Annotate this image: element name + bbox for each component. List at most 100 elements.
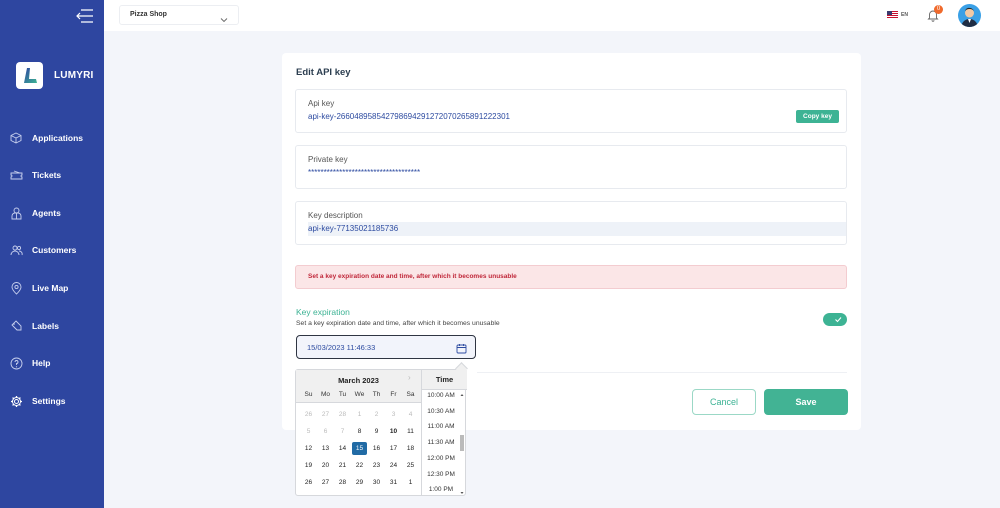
calendar-day[interactable]: 19	[301, 459, 316, 472]
sidebar-item-tickets[interactable]: Tickets	[0, 160, 104, 190]
brand-name: LUMYRI	[54, 70, 94, 81]
save-button[interactable]: Save	[764, 389, 848, 415]
calendar-day: 5	[306, 428, 311, 435]
logo	[16, 62, 43, 89]
key-description-label: Key description	[308, 211, 363, 220]
calendar-day[interactable]: 28	[335, 476, 350, 489]
time-header: Time	[422, 370, 467, 390]
sidebar-item-settings[interactable]: Settings	[0, 386, 104, 416]
calendar-day[interactable]: 1	[403, 476, 418, 489]
calendar-day: 7	[340, 428, 345, 435]
calendar-day[interactable]: 11	[403, 425, 418, 438]
page-title: Edit API key	[296, 67, 351, 78]
sidebar-item-help[interactable]: Help	[0, 348, 104, 378]
key-expiration-title: Key expiration	[296, 307, 350, 317]
calendar-day: 2	[374, 411, 379, 418]
user-avatar[interactable]	[958, 4, 981, 27]
cancel-button[interactable]: Cancel	[692, 389, 756, 415]
calendar-day[interactable]: 16	[369, 442, 384, 455]
sidebar-item-label: Labels	[32, 321, 59, 331]
expiration-datetime-input[interactable]: 15/03/2023 11:46:33	[296, 335, 476, 359]
time-option[interactable]: 11:00 AM	[422, 423, 460, 430]
calendar-day[interactable]: 30	[369, 476, 384, 489]
language-selector[interactable]: EN	[887, 11, 908, 18]
sidebar-item-label: Customers	[32, 245, 77, 255]
location-pin-icon	[9, 281, 23, 295]
key-expiration-subtitle: Set a key expiration date and time, afte…	[296, 320, 500, 327]
calendar-day[interactable]: 22	[352, 459, 367, 472]
api-key-value: api-key-26604895854279869429127207026589…	[308, 112, 510, 121]
sidebar-item-live-map[interactable]: Live Map	[0, 273, 104, 303]
us-flag-icon	[887, 11, 898, 18]
calendar-day[interactable]: 24	[386, 459, 401, 472]
weekday-header: Sa	[406, 391, 415, 398]
calendar-day: 26	[304, 411, 313, 418]
alert-text: Set a key expiration date and time, afte…	[308, 273, 517, 280]
calendar-day: 3	[391, 411, 396, 418]
calendar-day[interactable]: 17	[386, 442, 401, 455]
agent-icon	[9, 206, 23, 220]
users-icon	[9, 243, 23, 257]
calendar-day[interactable]: 20	[318, 459, 333, 472]
calendar-day[interactable]: 21	[335, 459, 350, 472]
calendar-day[interactable]: 27	[318, 476, 333, 489]
time-option[interactable]: 1:00 PM	[422, 486, 460, 493]
sidebar-item-label: Tickets	[32, 170, 62, 180]
weekday-header: Fr	[390, 391, 397, 398]
calendar-day[interactable]: 18	[403, 442, 418, 455]
api-key-label: Api key	[308, 99, 335, 108]
calendar-day[interactable]: 23	[369, 459, 384, 472]
expiration-datetime-value: 15/03/2023 11:46:33	[307, 343, 376, 352]
weekday-header: Su	[304, 391, 313, 398]
calendar-day[interactable]: 13	[318, 442, 333, 455]
time-option[interactable]: 11:30 AM	[422, 439, 460, 446]
collapse-menu-icon[interactable]	[76, 9, 94, 23]
calendar-day[interactable]: 31	[386, 476, 401, 489]
datetime-picker: March 2023 › Su Mo Tu We Th Fr Sa 26 27 28 1 2 3 4 5 6…	[295, 369, 467, 496]
time-option[interactable]: 12:30 PM	[422, 471, 460, 478]
box-icon	[9, 131, 23, 145]
private-key-label: Private key	[308, 155, 348, 164]
calendar-icon[interactable]	[456, 341, 467, 354]
shop-select[interactable]: Pizza Shop	[119, 5, 239, 25]
sidebar-item-label: Help	[32, 358, 51, 368]
sidebar-item-applications[interactable]: Applications	[0, 123, 104, 153]
calendar-day-selected[interactable]: 15	[352, 442, 367, 455]
help-circle-icon	[9, 356, 23, 370]
weekday-header: Mo	[320, 391, 331, 398]
divider	[477, 372, 847, 373]
time-scrollbar-thumb[interactable]	[460, 435, 464, 451]
calendar-header: March 2023 › Su Mo Tu We Th Fr Sa	[296, 370, 421, 403]
time-option[interactable]: 12:00 PM	[422, 455, 460, 462]
sidebar-item-agents[interactable]: Agents	[0, 198, 104, 228]
time-option[interactable]: 10:00 AM	[422, 392, 460, 399]
sidebar-item-labels[interactable]: Labels	[0, 311, 104, 341]
gear-icon	[9, 394, 23, 408]
next-month-icon[interactable]: ›	[408, 373, 411, 382]
sidebar-item-label: Live Map	[32, 283, 69, 293]
calendar-day: 28	[338, 411, 347, 418]
notification-badge: 0	[934, 5, 943, 14]
calendar-day[interactable]: 9	[369, 425, 384, 438]
weekday-header: Tu	[338, 391, 347, 398]
copy-key-button[interactable]: Copy key	[796, 110, 839, 123]
sidebar-item-customers[interactable]: Customers	[0, 235, 104, 265]
calendar-day[interactable]: 25	[403, 459, 418, 472]
calendar-month: March 2023	[338, 376, 379, 385]
time-option[interactable]: 10:30 AM	[422, 408, 460, 415]
sidebar: LUMYRI Applications Tickets Agents Custo…	[0, 0, 104, 508]
calendar-day[interactable]: 29	[352, 476, 367, 489]
calendar-day: 1	[357, 411, 362, 418]
weekday-header: We	[354, 391, 365, 398]
calendar-day[interactable]: 8	[352, 425, 367, 438]
key-expiration-toggle[interactable]	[823, 313, 847, 326]
sidebar-item-label: Agents	[32, 208, 61, 218]
expiration-alert: Set a key expiration date and time, afte…	[295, 265, 847, 289]
calendar-day[interactable]: 12	[301, 442, 316, 455]
calendar-day[interactable]: 26	[301, 476, 316, 489]
calendar-day[interactable]: 14	[335, 442, 350, 455]
calendar-day[interactable]: 10	[386, 425, 401, 438]
key-description-input[interactable]	[308, 222, 846, 236]
weekday-header: Th	[372, 391, 381, 398]
private-key-field: Private key ****************************…	[295, 145, 847, 189]
